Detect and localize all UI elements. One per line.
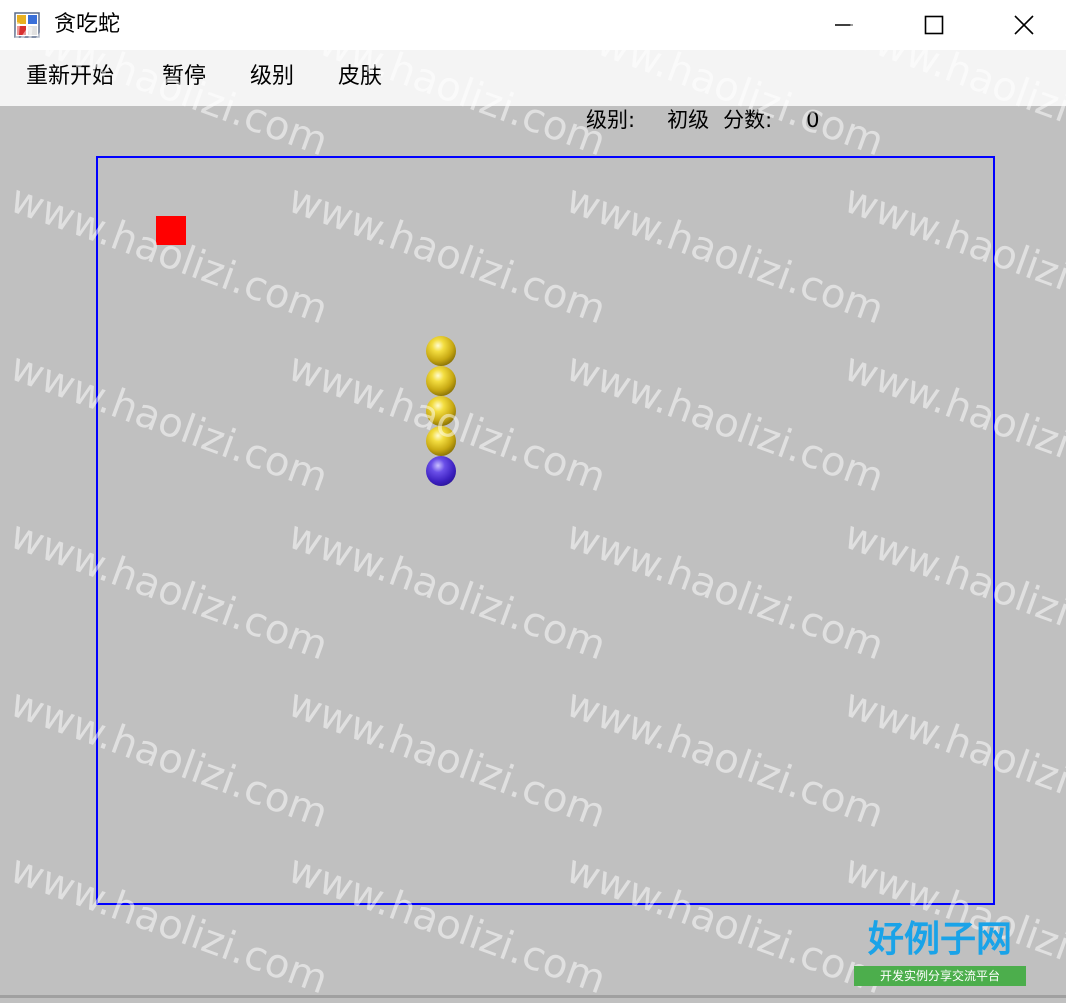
game-board[interactable] — [96, 156, 995, 905]
menu-restart[interactable]: 重新开始 — [24, 62, 116, 92]
menu-skin[interactable]: 皮肤 — [336, 62, 384, 92]
snake-segment — [426, 396, 456, 426]
minimize-icon — [835, 24, 853, 26]
menu-pause[interactable]: 暂停 — [160, 62, 208, 92]
status-bar: 级别: 初级 分数: 0 — [586, 106, 820, 134]
app-icon — [14, 12, 40, 38]
brand-subtitle: 开发实例分享交流平台 — [854, 966, 1026, 986]
maximize-icon — [924, 15, 944, 35]
snake-segment — [426, 426, 456, 456]
food-block — [156, 216, 186, 245]
title-bar: 贪吃蛇 — [0, 0, 1066, 50]
brand-logo: 好例子网 开发实例分享交流平台 — [852, 918, 1028, 988]
score-value: 0 — [806, 108, 820, 132]
snake-head — [426, 456, 456, 486]
level-label: 级别: — [586, 108, 636, 132]
level-value: 初级 — [667, 108, 710, 132]
snake-segment — [426, 366, 456, 396]
snake-segment — [426, 336, 456, 366]
window-title: 贪吃蛇 — [54, 12, 121, 37]
brand-title: 好例子网 — [867, 919, 1012, 960]
minimize-button[interactable] — [798, 0, 890, 50]
score-label: 分数: — [723, 108, 773, 132]
menu-level[interactable]: 级别 — [248, 62, 296, 92]
menu-bar: 重新开始 暂停 级别 皮肤 — [0, 50, 1066, 106]
maximize-button[interactable] — [888, 0, 980, 50]
close-icon — [1014, 15, 1034, 35]
close-button[interactable] — [978, 0, 1066, 50]
